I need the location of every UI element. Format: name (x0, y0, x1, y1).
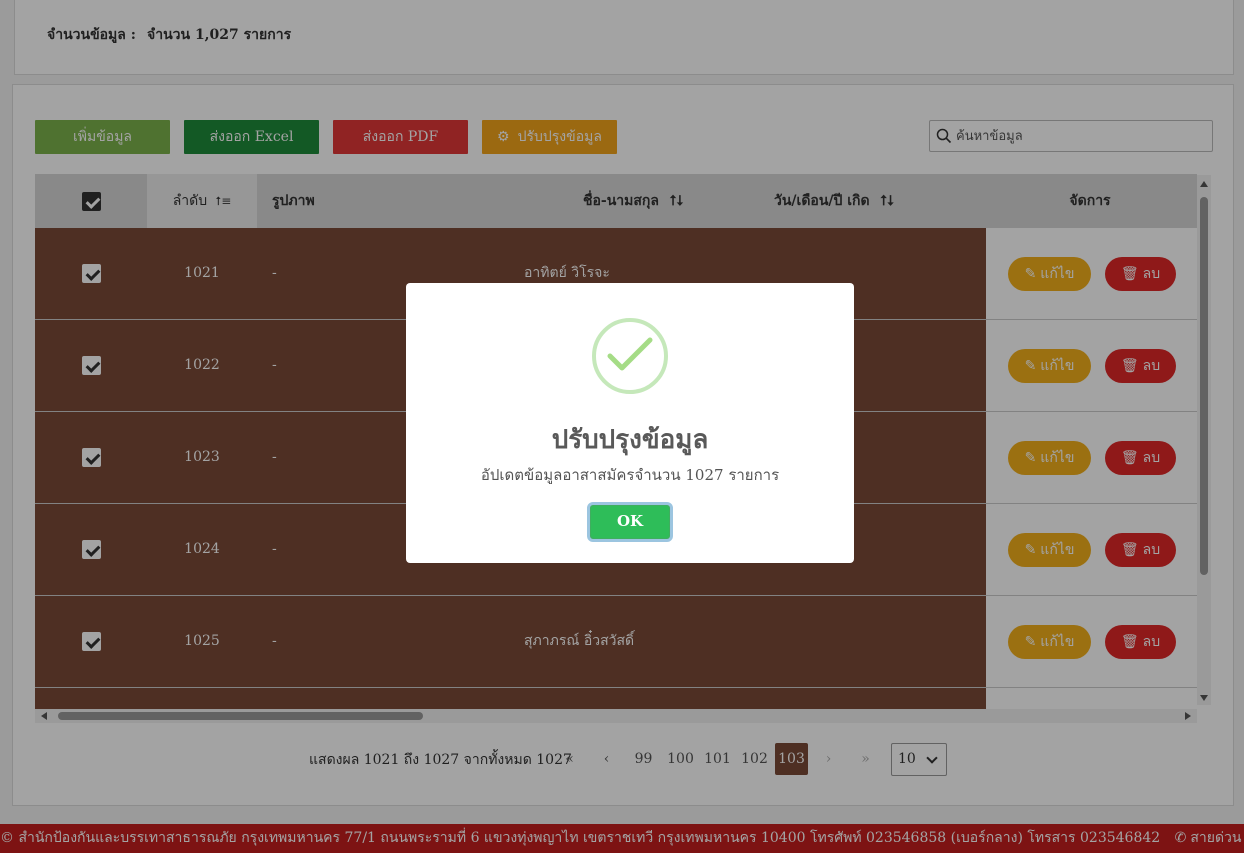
success-check-icon (592, 318, 668, 394)
dialog-title: ปรับปรุงข้อมูล (551, 425, 709, 455)
ok-button-label: OK (591, 506, 669, 538)
success-dialog: ปรับปรุงข้อมูล อัปเดตข้อมูลอาสาสมัครจำนว… (406, 283, 854, 563)
ok-button[interactable]: OK (587, 502, 673, 542)
dialog-message: อัปเดตข้อมูลอาสาสมัครจำนวน 1027 รายการ (480, 466, 780, 484)
